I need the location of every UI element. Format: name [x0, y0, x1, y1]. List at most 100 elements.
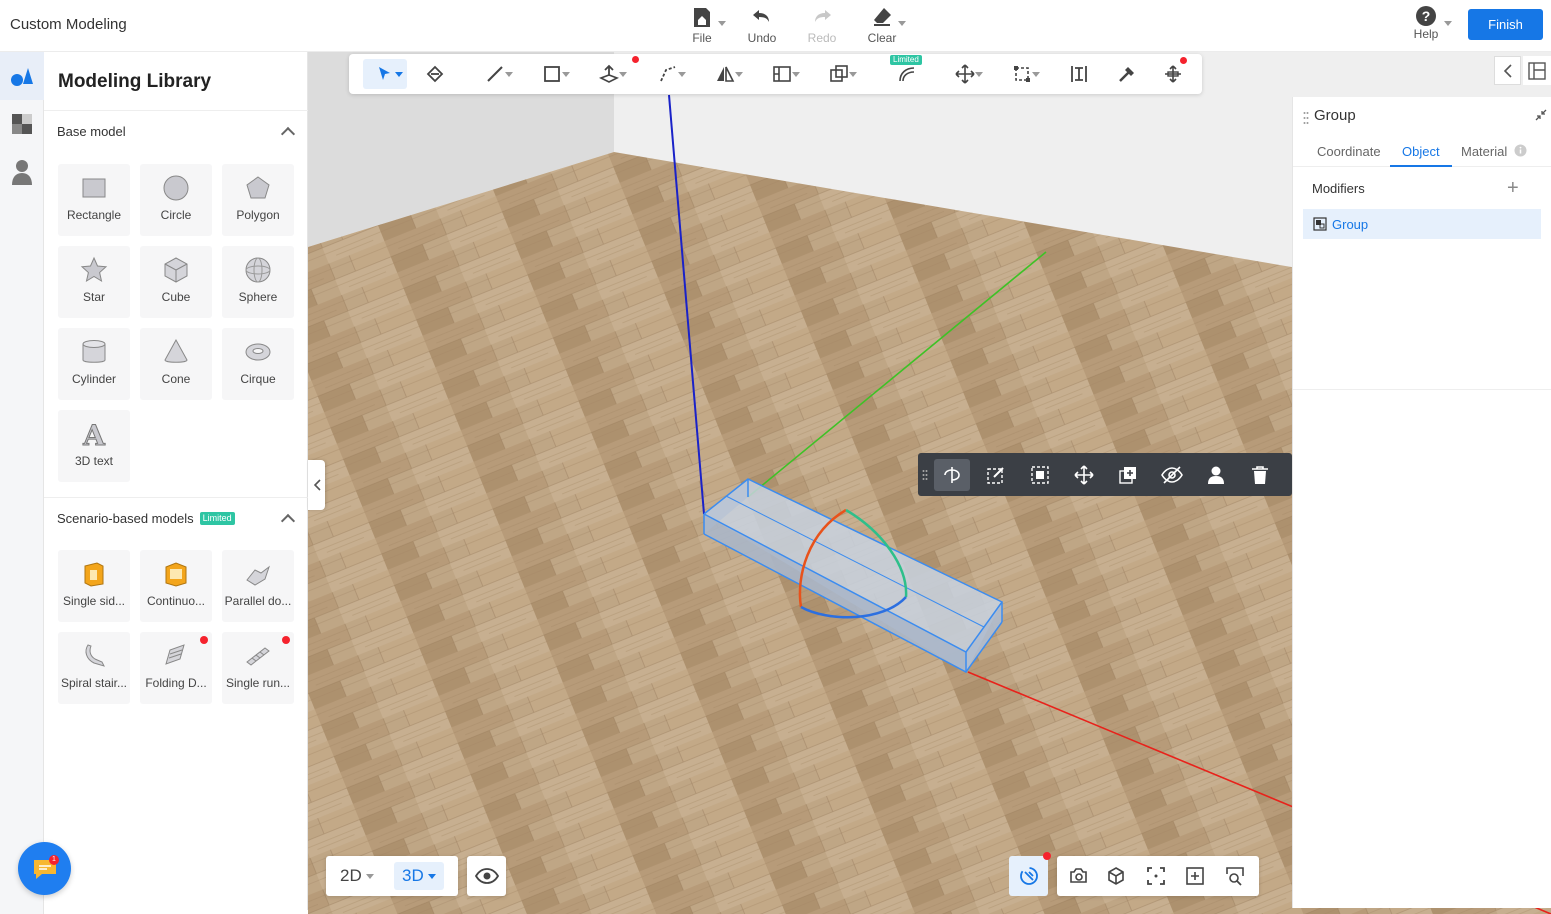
shapes-icon	[11, 68, 33, 86]
collapse-up-icon[interactable]	[280, 126, 296, 142]
circle-icon	[163, 175, 189, 201]
move-button[interactable]	[1066, 459, 1102, 491]
chevron-down-icon	[975, 72, 983, 77]
minimize-icon[interactable]	[1535, 109, 1547, 121]
group-icon	[1313, 217, 1327, 231]
boolean-tool[interactable]	[1105, 59, 1149, 89]
help-label: Help	[1413, 27, 1439, 41]
rail-modeling-library[interactable]	[0, 52, 44, 100]
edit-button[interactable]	[978, 459, 1014, 491]
model-single-side[interactable]: Single sid...	[58, 550, 130, 622]
undo-button[interactable]: Undo	[736, 5, 788, 45]
redo-button[interactable]: Redo	[796, 5, 848, 45]
line-tool[interactable]	[473, 59, 517, 89]
transform-tool[interactable]	[1151, 57, 1195, 89]
fit-view-button[interactable]	[1140, 862, 1172, 890]
add-view-button[interactable]	[1179, 862, 1211, 890]
model-single-run[interactable]: Single run...	[222, 632, 294, 704]
camera-settings-button[interactable]	[1063, 862, 1095, 890]
snap-button[interactable]	[1009, 852, 1051, 896]
cabinet-icon	[165, 562, 187, 587]
array-tool[interactable]	[817, 59, 861, 89]
zoom-view-button[interactable]	[1219, 862, 1251, 890]
model-rectangle[interactable]: Rectangle	[58, 164, 130, 236]
file-button[interactable]: File	[676, 5, 728, 45]
cube-view-button[interactable]	[1100, 862, 1132, 890]
paint-tool[interactable]	[413, 59, 457, 89]
model-label: Circle	[160, 208, 192, 222]
model-circle[interactable]: Circle	[140, 164, 212, 236]
align-tool[interactable]	[760, 59, 804, 89]
model-cirque[interactable]: Cirque	[222, 328, 294, 400]
model-cube[interactable]: Cube	[140, 246, 212, 318]
rectangle-tool[interactable]	[530, 59, 574, 89]
info-icon[interactable]	[1514, 144, 1527, 157]
model-3d-text[interactable]: A 3D text	[58, 410, 130, 482]
rail-materials[interactable]	[0, 100, 44, 148]
model-label: 3D text	[74, 454, 113, 468]
model-star[interactable]: Star	[58, 246, 130, 318]
delete-button[interactable]	[1242, 459, 1278, 491]
copy-icon	[830, 65, 848, 82]
view-2d-button[interactable]: 2D	[332, 862, 382, 890]
model-label: Folding D...	[145, 676, 207, 690]
model-label: Cube	[161, 290, 191, 304]
collapse-library-button[interactable]	[308, 460, 325, 510]
drag-handle-icon[interactable]	[1303, 111, 1309, 125]
chat-support-button[interactable]: 1	[18, 842, 71, 895]
select-group-button[interactable]	[1022, 459, 1058, 491]
model-continuous[interactable]: Continuo...	[140, 550, 212, 622]
help-icon: ?	[1416, 6, 1436, 26]
layout-panel-button[interactable]	[1523, 56, 1551, 85]
model-sphere[interactable]: Sphere	[222, 246, 294, 318]
mirror-tool[interactable]	[703, 59, 747, 89]
move-tool[interactable]	[943, 59, 987, 89]
assign-person-button[interactable]	[1198, 459, 1234, 491]
rail-characters[interactable]	[0, 148, 44, 196]
clear-button[interactable]: Clear	[856, 5, 908, 45]
star-icon	[80, 256, 108, 283]
app-title: Custom Modeling	[10, 16, 127, 33]
duplicate-button[interactable]	[1110, 459, 1146, 491]
view-3d-button[interactable]: 3D	[394, 862, 444, 890]
model-cylinder[interactable]: Cylinder	[58, 328, 130, 400]
curve-surface-icon	[899, 67, 915, 82]
tab-material[interactable]: Material	[1461, 144, 1507, 159]
scenario-section-header[interactable]: Scenario-based models Limited	[57, 511, 235, 526]
zoom-frame-icon	[1226, 867, 1244, 886]
model-spiral-stair[interactable]: Spiral stair...	[58, 632, 130, 704]
paint-bucket-icon	[426, 65, 444, 83]
collapse-right-panel-button[interactable]	[1494, 56, 1521, 85]
model-polygon[interactable]: Polygon	[222, 164, 294, 236]
scale-tool[interactable]	[1000, 59, 1044, 89]
path-tool[interactable]	[646, 59, 690, 89]
model-label: Single run...	[225, 676, 291, 690]
help-button[interactable]: ? Help	[1406, 5, 1452, 41]
divider	[44, 497, 308, 498]
tab-object[interactable]: Object	[1402, 144, 1440, 159]
add-modifier-button[interactable]: +	[1507, 177, 1519, 200]
push-pull-tool[interactable]	[587, 56, 639, 89]
drag-handle-icon[interactable]	[922, 469, 928, 481]
hide-button[interactable]	[1154, 459, 1190, 491]
modifier-item-group[interactable]: Group	[1303, 209, 1541, 239]
finish-button[interactable]: Finish	[1468, 9, 1543, 40]
tab-coordinate[interactable]: Coordinate	[1317, 144, 1381, 159]
redo-icon	[796, 5, 848, 31]
cursor-icon	[379, 67, 390, 80]
select-tool[interactable]	[363, 59, 407, 89]
base-model-section-header[interactable]: Base model	[57, 124, 126, 139]
limited-tool[interactable]: Limited	[885, 55, 929, 89]
scenario-section-title: Scenario-based models	[57, 511, 194, 526]
cone-icon	[164, 338, 188, 363]
visibility-button[interactable]	[467, 856, 506, 896]
model-cone[interactable]: Cone	[140, 328, 212, 400]
model-parallel-door[interactable]: Parallel do...	[222, 550, 294, 622]
scenario-model-grid: Single sid... Continuo... Parallel do...…	[58, 550, 294, 704]
model-label: Sphere	[238, 290, 278, 304]
rotate-gizmo-button[interactable]	[934, 459, 970, 491]
collapse-up-icon[interactable]	[280, 513, 296, 529]
model-folding-door[interactable]: Folding D...	[140, 632, 212, 704]
undo-label: Undo	[747, 31, 777, 45]
measure-tool[interactable]	[1057, 59, 1101, 89]
